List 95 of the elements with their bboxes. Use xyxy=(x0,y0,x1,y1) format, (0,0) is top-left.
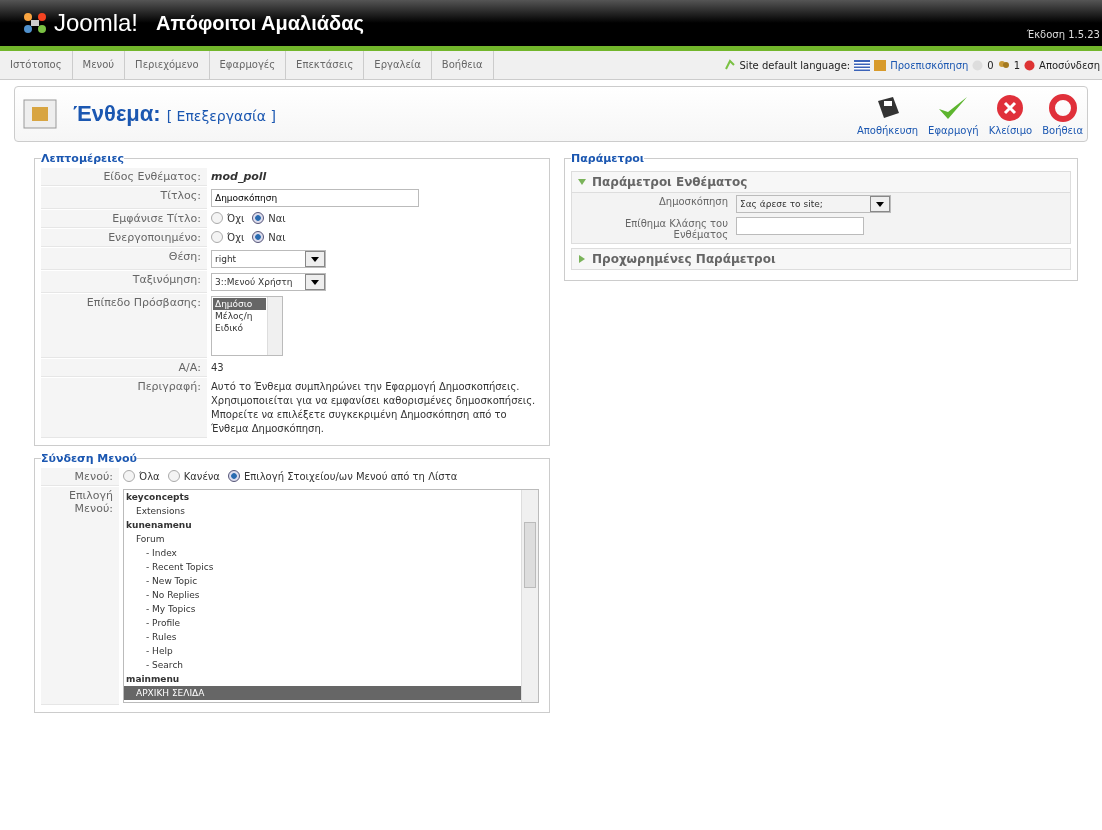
select-field[interactable]: 3::Μενού Χρήστη xyxy=(211,273,326,291)
menu-option[interactable]: - My Topics xyxy=(124,602,521,616)
menu-option[interactable]: kunenamenu xyxy=(124,518,521,532)
preview-icon xyxy=(874,59,887,71)
list-option[interactable]: Μέλος/η xyxy=(213,310,266,322)
field-label: Επίπεδο Πρόσβασης: xyxy=(41,294,207,358)
radio-label: Ναι xyxy=(268,212,286,224)
menu-option[interactable]: - Rules xyxy=(124,630,521,644)
scrollbar[interactable] xyxy=(267,297,282,355)
module-icon xyxy=(23,99,57,129)
logo-icon xyxy=(22,11,48,35)
language-icon xyxy=(723,59,736,71)
page-title: Ένθεμα: xyxy=(73,101,161,127)
menu-item[interactable]: Εφαρμογές xyxy=(209,51,287,79)
list-option[interactable]: Ειδικό xyxy=(213,322,266,334)
language-label: Site default language: xyxy=(739,59,851,71)
menu-option[interactable]: - Help xyxy=(124,644,521,658)
field-label: Επίθημα Κλάσης του Ενθέματος xyxy=(572,215,732,243)
select-field[interactable]: right xyxy=(211,250,326,268)
list-option[interactable]: Δημόσιο xyxy=(213,298,266,310)
module-type: mod_poll xyxy=(211,170,267,183)
radio-button[interactable] xyxy=(123,470,135,482)
radio-button[interactable] xyxy=(227,470,240,482)
menu-item[interactable]: Μενού xyxy=(72,51,126,79)
radio-label: Ναι xyxy=(268,231,286,243)
panel-header[interactable]: Προχωρημένες Παράμετροι xyxy=(572,249,1070,269)
flag-icon xyxy=(854,59,871,71)
text-input[interactable] xyxy=(736,217,864,235)
radio-button[interactable] xyxy=(211,212,223,224)
menu-option[interactable]: keyconcepts xyxy=(124,490,521,504)
menu-option[interactable]: - New Topic xyxy=(124,574,521,588)
users-icon xyxy=(997,59,1010,71)
menu-item[interactable]: Βοήθεια xyxy=(431,51,494,79)
section-legend: Παράμετροι xyxy=(571,152,645,165)
preview-link[interactable]: Προεπισκόπηση xyxy=(890,59,969,71)
field-label: Θέση: xyxy=(41,248,207,270)
radio-label: Επιλογή Στοιχείου/ων Μενού από τη Λίστα xyxy=(243,470,458,482)
users-count: 1 xyxy=(1013,59,1021,71)
field-label: Ενεργοποιημένο: xyxy=(41,229,207,247)
dropdown-arrow-icon xyxy=(876,201,884,207)
menu-option[interactable]: - Profile xyxy=(124,616,521,630)
radio-button[interactable] xyxy=(167,470,180,482)
field-label: Ταξινόμηση: xyxy=(41,271,207,293)
close-icon xyxy=(995,92,1026,123)
menu-option[interactable]: - Index xyxy=(124,546,521,560)
message-count: 0 xyxy=(987,59,994,71)
section-legend: Λεπτομέρειες xyxy=(41,152,125,165)
menu-option[interactable]: Forum xyxy=(124,532,521,546)
field-value: Αυτό το Ένθεμα συμπληρώνει την Εφαρμογή Δημοσκοπήσεις. Χρησιμοποιείται για να εμφανίσει καθορισμένες δημοσκοπήσεις. Μπορείτε να επιλέξετε συγκεκριμένη Δημοσκόπηση από το Ένθεμα Δημοσκόπηση. xyxy=(211,380,537,436)
menu-item[interactable]: Εργαλεία xyxy=(364,51,432,79)
close-button[interactable]: Κλείσιμο xyxy=(986,92,1035,136)
radio-button[interactable] xyxy=(211,231,223,243)
field-label: Δημοσκόπηση xyxy=(572,192,732,215)
version-text: Έκδοση 1.5.23 xyxy=(1026,29,1100,40)
radio-button[interactable] xyxy=(252,212,265,224)
triangle-right-icon xyxy=(578,255,586,263)
field-label: Είδος Ενθέματος: xyxy=(41,168,207,186)
field-label: Περιγραφή: xyxy=(41,378,207,438)
apply-button[interactable]: Εφαρμογή xyxy=(926,92,981,136)
menu-option[interactable]: - No Replies xyxy=(124,588,521,602)
field-label: Α/Α: xyxy=(41,359,207,377)
menu-item[interactable]: Περιεχόμενο xyxy=(125,51,210,79)
field-label: Εμφάνισε Τίτλο: xyxy=(41,210,207,228)
site-name: Απόφοιτοι Αμαλιάδας xyxy=(156,11,364,35)
triangle-down-icon xyxy=(578,178,586,186)
panel-header[interactable]: Παράμετροι Ενθέματος xyxy=(572,172,1070,192)
menu-option[interactable]: - Recent Topics xyxy=(124,560,521,574)
menu-item[interactable]: Επεκτάσεις xyxy=(286,51,365,79)
save-button[interactable]: Αποθήκευση xyxy=(854,92,921,136)
dropdown-arrow-icon xyxy=(311,279,319,285)
text-input[interactable]: Δημοσκόπηση xyxy=(211,189,419,207)
radio-label: Κανένα xyxy=(183,470,220,482)
logout-icon xyxy=(1024,59,1036,71)
section-legend: Σύνδεση Μενού xyxy=(41,452,137,465)
lifebuoy-icon xyxy=(1047,92,1078,123)
radio-label: Όχι xyxy=(227,231,245,243)
logo-text: Joomla! xyxy=(54,9,139,37)
field-label: Επιλογή Μενού: xyxy=(41,487,119,705)
field-value: 43 xyxy=(211,361,225,375)
logout-link[interactable]: Αποσύνδεση xyxy=(1039,59,1100,71)
menu-option[interactable]: Extensions xyxy=(124,504,521,518)
menu-option[interactable]: mainmenu xyxy=(124,672,521,686)
radio-label: Όλα xyxy=(139,470,160,482)
menu-item[interactable]: Ιστότοπος xyxy=(0,51,73,79)
scrollbar[interactable] xyxy=(521,490,538,702)
page-subtitle: [ Επεξεργασία ] xyxy=(166,108,276,124)
select-field[interactable]: Σας άρεσε το site; xyxy=(736,195,891,213)
help-button[interactable]: Βοήθεια xyxy=(1040,92,1085,136)
radio-button[interactable] xyxy=(252,231,265,243)
field-label: Τίτλος: xyxy=(41,187,207,209)
menu-option[interactable]: - Search xyxy=(124,658,521,672)
dropdown-arrow-icon xyxy=(311,256,319,262)
menu-option[interactable]: ΑΡΧΙΚΗ ΣΕΛΙΔΑ xyxy=(124,686,521,700)
radio-label: Όχι xyxy=(227,212,245,224)
field-label: Μενού: xyxy=(41,468,119,486)
